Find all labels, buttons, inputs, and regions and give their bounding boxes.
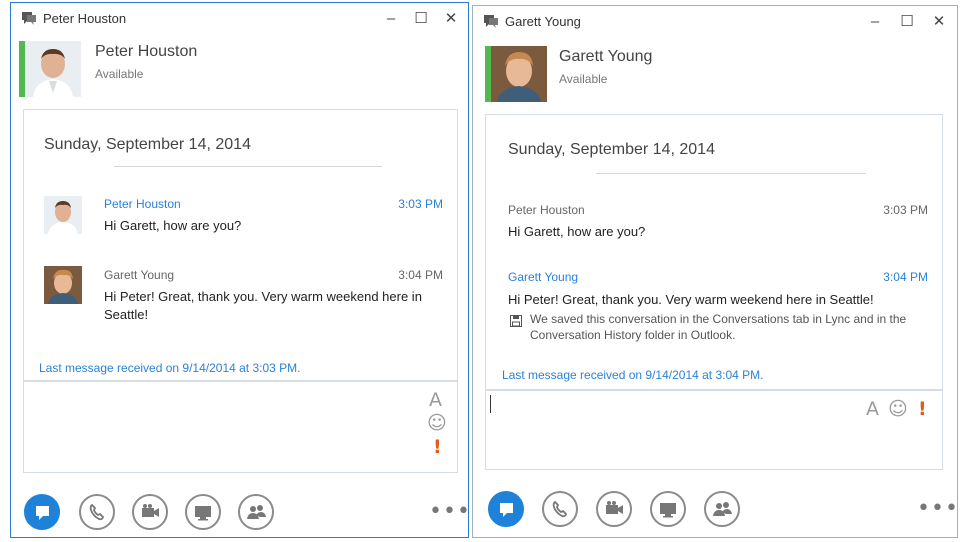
title-bar: Garett Young – ☐ ✕ [473,6,957,36]
video-icon [142,504,159,517]
contact-status: Available [95,67,144,81]
message-text: Hi Garett, how are you? [104,218,242,233]
share-screen-button[interactable] [185,494,221,530]
phone-icon [89,503,105,521]
video-button[interactable] [596,491,632,527]
people-icon [713,502,732,516]
im-icon [36,506,49,520]
priority-button[interactable]: ! [918,398,927,420]
avatar [491,46,547,102]
message-time: 3:03 PM [398,197,443,211]
people-icon [247,505,266,519]
message-time: 3:04 PM [398,268,443,282]
minimize-button[interactable]: – [864,10,886,32]
contact-name: Peter Houston [95,43,198,60]
window-title: Garett Young [505,14,581,29]
conversation-window-garett-young: Garett Young – ☐ ✕ Garett Young Availabl… [472,5,958,538]
im-icon [500,503,513,517]
message-sender: Garett Young [104,268,175,282]
message-time: 3:04 PM [883,270,928,284]
date-header: Sunday, September 14, 2014 [44,136,251,153]
maximize-button[interactable]: ☐ [896,10,918,32]
contact-status: Available [559,72,608,86]
phone-icon [552,500,568,518]
conversation-history[interactable]: Sunday, September 14, 2014 Peter Houston… [485,114,943,390]
close-button[interactable]: ✕ [440,7,462,29]
contact-name: Garett Young [559,48,653,65]
emoticon-button[interactable]: ☺ [888,398,908,420]
screen-share-icon [660,503,676,518]
last-message-status: Last message received on 9/14/2014 at 3:… [502,368,764,382]
im-button[interactable] [488,491,524,527]
last-message-status: Last message received on 9/14/2014 at 3:… [39,361,301,375]
message-input[interactable]: A ☺ ! [23,381,458,473]
more-options-button[interactable]: ••• [917,496,957,521]
font-button[interactable]: A [429,389,442,411]
contact-card[interactable]: Garett Young Available [481,46,941,102]
im-button[interactable] [24,494,60,530]
video-button[interactable] [132,494,168,530]
save-notice: We saved this conversation in the Conver… [530,312,907,342]
add-people-button[interactable] [704,491,740,527]
more-options-button[interactable]: ••• [429,499,468,524]
priority-button[interactable]: ! [433,436,442,458]
message-time: 3:03 PM [883,203,928,217]
contact-card[interactable]: Peter Houston Available [19,41,459,97]
message-sender: Peter Houston [104,197,181,211]
emoticon-button[interactable]: ☺ [427,412,447,434]
add-people-button[interactable] [238,494,274,530]
call-button[interactable] [542,491,578,527]
minimize-button[interactable]: – [380,7,402,29]
message-input[interactable]: A ☺ ! [485,390,943,470]
share-screen-button[interactable] [650,491,686,527]
call-button[interactable] [79,494,115,530]
date-header: Sunday, September 14, 2014 [508,141,715,158]
message-text: Hi Peter! Great, thank you. Very warm we… [508,292,874,307]
avatar [25,41,81,97]
font-button[interactable]: A [866,398,879,420]
message-sender: Peter Houston [508,203,585,217]
conversation-history[interactable]: Sunday, September 14, 2014 Peter Houston… [23,109,458,381]
conversation-icon [484,15,498,28]
divider [114,166,382,167]
conversation-icon [22,12,36,25]
screen-share-icon [195,506,211,521]
divider [596,173,866,174]
video-icon [606,501,623,514]
close-button[interactable]: ✕ [928,10,950,32]
save-icon [510,315,522,327]
message-text: Hi Garett, how are you? [508,224,646,239]
message-text: Hi Peter! Great, thank you. Very warm we… [104,289,422,322]
avatar [44,266,82,304]
maximize-button[interactable]: ☐ [410,7,432,29]
title-bar: Peter Houston – ☐ ✕ [11,3,468,33]
window-title: Peter Houston [43,11,127,26]
text-cursor [490,395,491,413]
message-sender: Garett Young [508,270,579,284]
conversation-window-peter-houston: Peter Houston – ☐ ✕ Peter Houston Availa… [10,2,469,538]
avatar [44,196,82,234]
